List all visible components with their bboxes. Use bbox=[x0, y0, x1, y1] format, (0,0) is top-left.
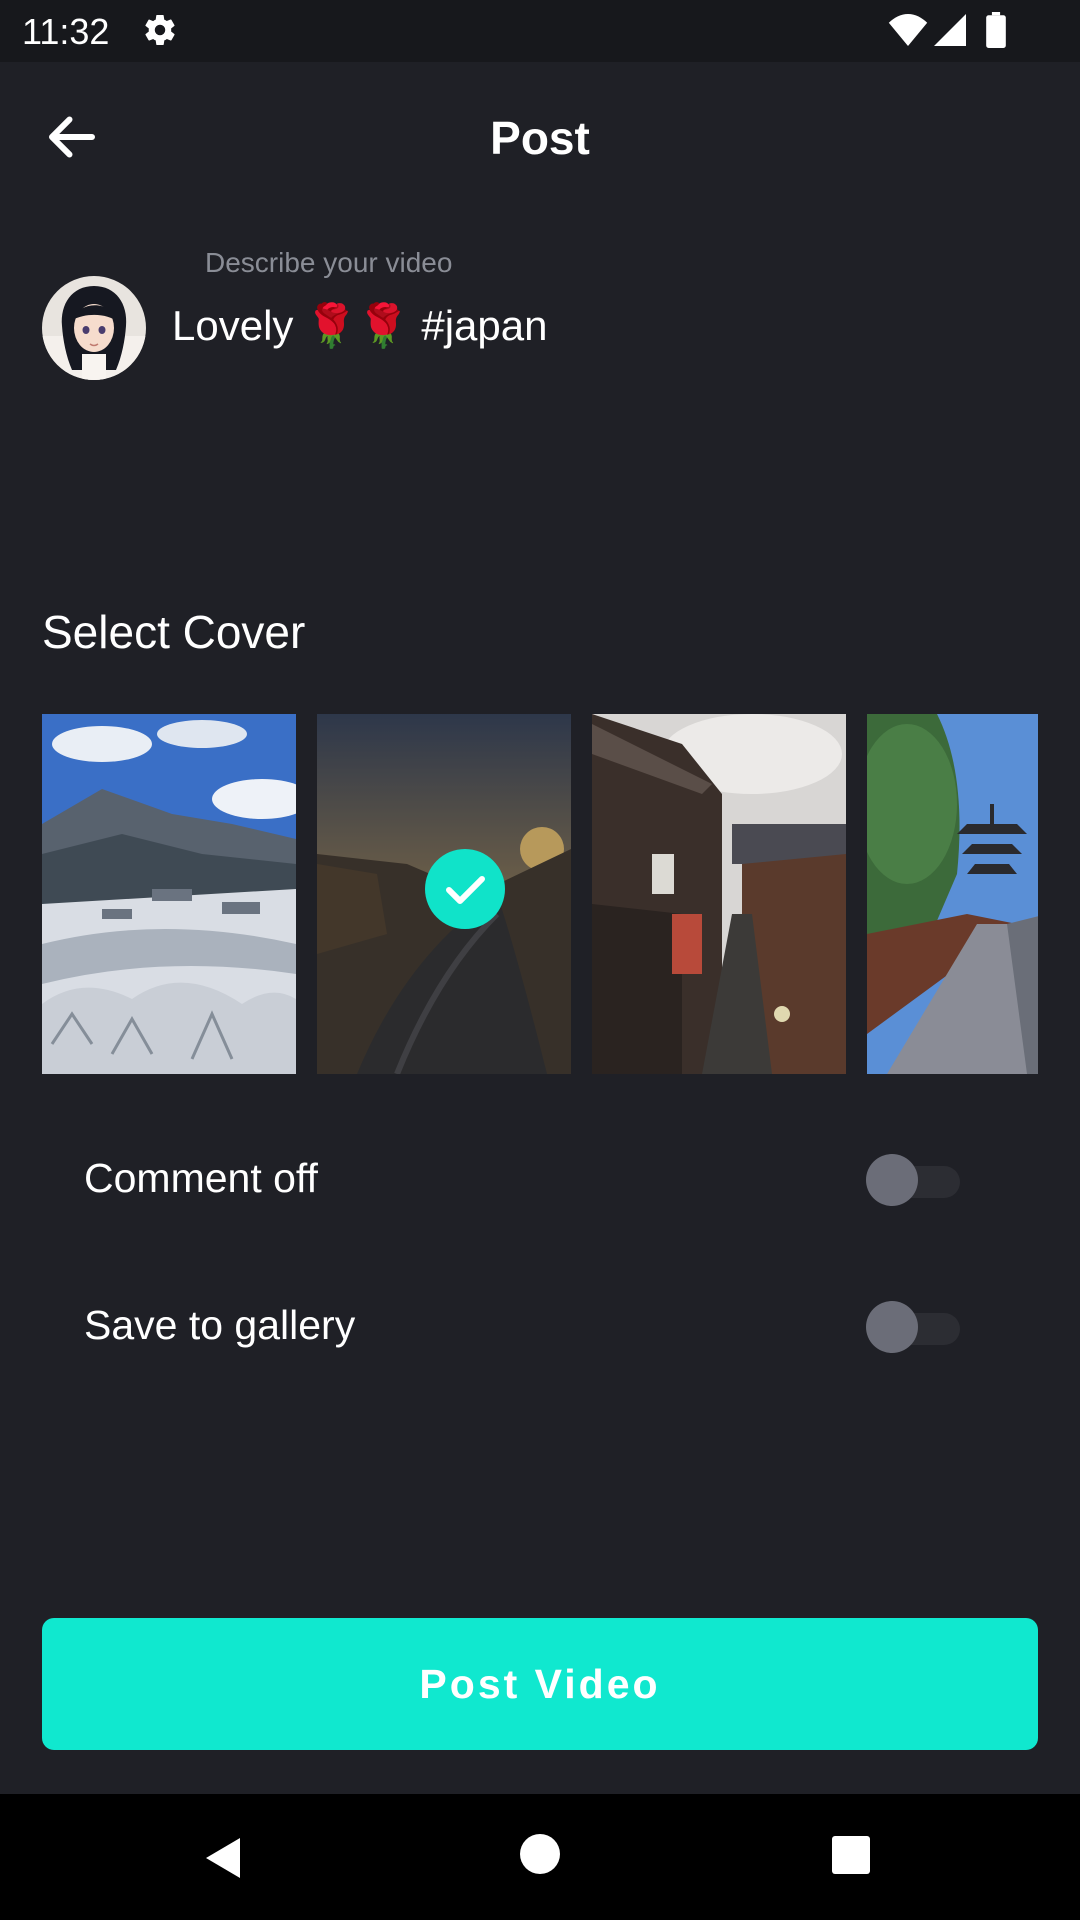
cover-thumbnail-snowy-village[interactable] bbox=[42, 714, 296, 1074]
nav-home-icon[interactable] bbox=[520, 1834, 560, 1874]
page-title: Post bbox=[490, 112, 590, 164]
cover-list bbox=[42, 714, 1038, 1074]
rose-emoji: 🌹🌹 bbox=[305, 301, 410, 350]
description-label: Describe your video bbox=[205, 247, 453, 278]
toggle-thumb bbox=[866, 1301, 918, 1353]
comment-off-label: Comment off bbox=[84, 1155, 318, 1201]
wifi-icon bbox=[888, 14, 928, 46]
description-hashtag: #japan bbox=[409, 302, 548, 349]
select-cover-title: Select Cover bbox=[42, 606, 306, 658]
selected-check-icon bbox=[425, 849, 505, 929]
save-to-gallery-toggle[interactable] bbox=[866, 1301, 962, 1353]
cover-thumbnail-old-street[interactable] bbox=[592, 714, 846, 1074]
status-bar: 11:32 bbox=[0, 0, 1080, 62]
nav-recents-icon[interactable] bbox=[832, 1836, 870, 1874]
description-text: Lovely bbox=[172, 302, 306, 349]
battery-icon bbox=[986, 12, 1006, 48]
nav-back-icon[interactable] bbox=[200, 1834, 248, 1882]
navigation-bar bbox=[0, 1794, 1080, 1920]
description-input[interactable]: Lovely 🌹🌹 #japan bbox=[172, 296, 1032, 356]
toggle-thumb bbox=[866, 1154, 918, 1206]
save-to-gallery-row: Save to gallery bbox=[0, 1275, 1080, 1375]
comment-off-row: Comment off bbox=[0, 1128, 1080, 1228]
post-video-button[interactable]: Post Video bbox=[42, 1618, 1038, 1750]
gear-icon bbox=[145, 15, 175, 46]
signal-icon bbox=[934, 14, 966, 46]
cover-thumbnail-pagoda-street[interactable] bbox=[867, 714, 1038, 1074]
cover-thumbnail-sunset-path[interactable] bbox=[317, 714, 571, 1074]
save-to-gallery-label: Save to gallery bbox=[84, 1302, 356, 1348]
comment-off-toggle[interactable] bbox=[866, 1154, 962, 1206]
app-bar: Post bbox=[0, 62, 1080, 212]
avatar bbox=[42, 276, 146, 380]
status-time: 11:32 bbox=[22, 11, 110, 52]
